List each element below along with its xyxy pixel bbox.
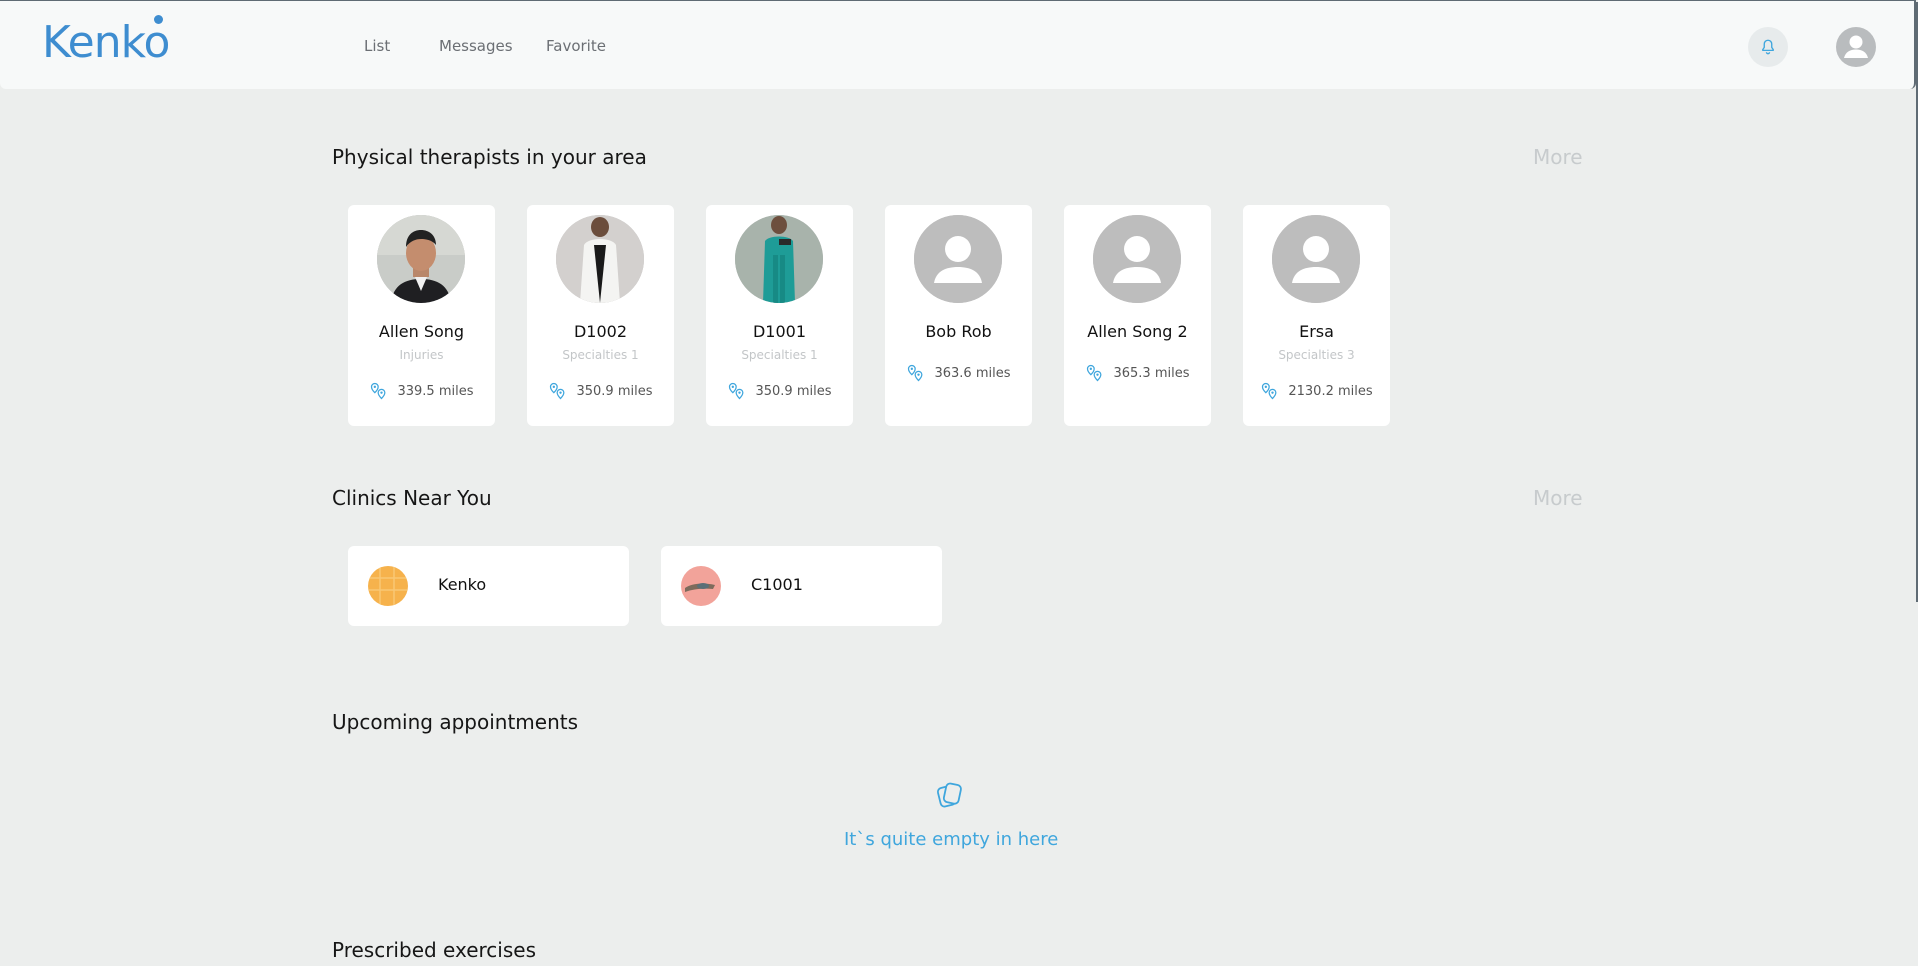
therapist-name: D1001 [752, 322, 807, 341]
therapist-card[interactable]: D1002 Specialties 1 350.9 miles [527, 205, 674, 426]
therapist-distance: 350.9 miles [706, 381, 853, 401]
location-pin-icon [908, 364, 923, 382]
location-pin-icon [729, 382, 744, 400]
therapist-specialty: Specialties 1 [741, 348, 818, 362]
kenko-logo[interactable]: Kenko [42, 15, 182, 71]
placeholder-avatar-icon [914, 215, 1002, 303]
logo-dot [154, 15, 163, 24]
therapist-distance: 363.6 miles [885, 363, 1032, 383]
clinics-section-title: Clinics Near You [332, 486, 492, 510]
therapist-card[interactable]: Bob Rob 363.6 miles [885, 205, 1032, 426]
therapist-name: Bob Rob [925, 322, 992, 341]
clinic-name: Kenko [438, 575, 487, 594]
nav-messages[interactable]: Messages [439, 37, 513, 55]
distance-text: 365.3 miles [1113, 365, 1190, 381]
exercises-section-title: Prescribed exercises [332, 938, 537, 962]
location-pin-icon [1262, 382, 1277, 400]
therapist-specialty: Specialties 3 [1278, 348, 1355, 362]
therapist-name: Allen Song [378, 322, 465, 341]
distance-text: 339.5 miles [397, 383, 474, 399]
user-avatar-icon [1844, 35, 1868, 58]
bell-icon [1762, 39, 1774, 55]
therapists-section-title: Physical therapists in your area [332, 145, 647, 169]
therapist-name: Ersa [1299, 322, 1334, 341]
clinic-logo [368, 566, 408, 606]
appointments-section-title: Upcoming appointments [332, 710, 579, 734]
therapist-card[interactable]: Allen Song 2 365.3 miles [1064, 205, 1211, 426]
clinic-card[interactable]: C1001 [661, 546, 942, 626]
placeholder-avatar-icon [1272, 215, 1360, 303]
clinic-card[interactable]: Kenko [348, 546, 629, 626]
top-navigation-bar: Kenko List Messages Favorite [0, 0, 1916, 89]
placeholder-avatar-icon [1093, 215, 1181, 303]
profile-button[interactable] [1836, 27, 1876, 67]
clinic-logo [681, 566, 721, 606]
distance-text: 2130.2 miles [1288, 383, 1373, 399]
logo-text: Kenko [42, 17, 170, 68]
distance-text: 350.9 miles [755, 383, 832, 399]
notifications-button[interactable] [1748, 27, 1788, 67]
clinics-more-link[interactable]: More [1533, 486, 1583, 510]
therapist-photo [377, 215, 465, 303]
clinic-name: C1001 [751, 575, 803, 594]
therapist-name: Allen Song 2 [1087, 322, 1188, 341]
location-pin-icon [550, 382, 565, 400]
nav-favorite[interactable]: Favorite [546, 37, 606, 55]
nav-list[interactable]: List [364, 37, 390, 55]
therapist-photo [556, 215, 644, 303]
therapist-distance: 350.9 miles [527, 381, 674, 401]
therapist-distance: 365.3 miles [1064, 363, 1211, 383]
therapist-name: D1002 [573, 322, 628, 341]
location-pin-icon [371, 382, 386, 400]
location-pin-icon [1087, 364, 1102, 382]
therapist-card[interactable]: Ersa Specialties 3 2130.2 miles [1243, 205, 1390, 426]
therapist-distance: 2130.2 miles [1243, 381, 1390, 401]
therapist-photo [735, 215, 823, 303]
therapist-card[interactable]: Allen Song Injuries 339.5 miles [348, 205, 495, 426]
distance-text: 363.6 miles [934, 365, 1011, 381]
therapist-specialty: Specialties 1 [562, 348, 639, 362]
therapist-distance: 339.5 miles [348, 381, 495, 401]
empty-cards-icon [936, 782, 962, 808]
empty-state-message: It`s quite empty in here [844, 829, 1059, 850]
therapist-specialty: Injuries [399, 348, 444, 362]
therapists-more-link[interactable]: More [1533, 145, 1583, 169]
distance-text: 350.9 miles [576, 383, 653, 399]
therapist-card[interactable]: D1001 Specialties 1 350.9 miles [706, 205, 853, 426]
